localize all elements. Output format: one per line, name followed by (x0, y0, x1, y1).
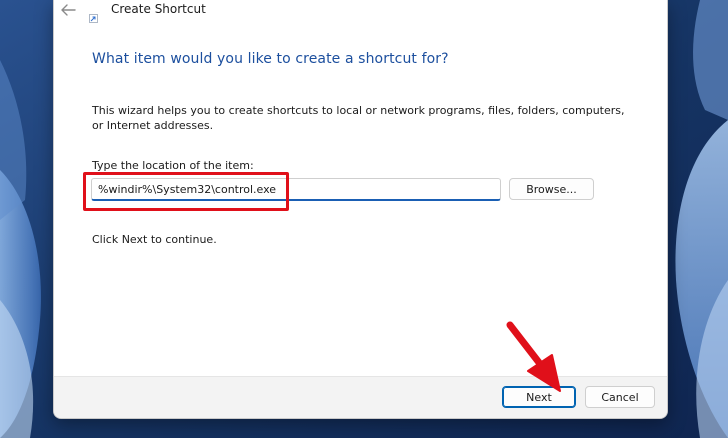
back-button[interactable] (59, 2, 77, 18)
location-field-label: Type the location of the item: (92, 159, 254, 172)
cancel-button[interactable]: Cancel (585, 386, 655, 408)
next-button[interactable]: Next (502, 386, 576, 408)
wizard-description: This wizard helps you to create shortcut… (92, 104, 625, 132)
shortcut-app-icon (89, 8, 98, 23)
continue-instruction: Click Next to continue. (92, 233, 217, 246)
page-heading: What item would you like to create a sho… (92, 51, 449, 67)
create-shortcut-dialog: Create Shortcut What item would you like… (53, 0, 668, 419)
window-title: Create Shortcut (111, 2, 206, 16)
back-arrow-icon (61, 4, 76, 16)
title-bar: Create Shortcut (54, 0, 667, 23)
location-input[interactable] (91, 178, 501, 201)
browse-button[interactable]: Browse... (509, 178, 594, 200)
